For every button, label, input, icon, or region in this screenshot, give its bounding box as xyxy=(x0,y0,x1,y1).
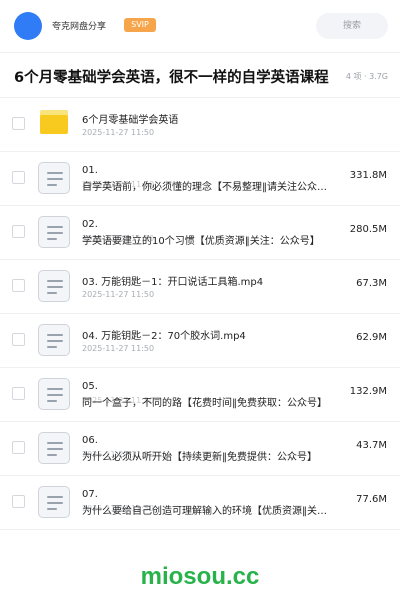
file-icon xyxy=(38,378,70,410)
file-description: 自学英语前，你必须懂的理念【不易整理‖请关注公众号】 xyxy=(82,182,332,193)
file-icon xyxy=(38,270,70,302)
file-icon xyxy=(38,162,70,194)
list-item-folder[interactable]: 6个月零基础学会英语 2025-11-27 11:50 xyxy=(0,98,400,152)
file-size: 331.8M xyxy=(349,170,387,181)
app-name: 夸克网盘分享 xyxy=(52,22,107,32)
watermark: miosou.cc xyxy=(140,563,260,590)
file-size: 43.7M xyxy=(356,440,387,451)
select-checkbox[interactable] xyxy=(12,495,25,508)
share-meta: 4 项 · 3.7G xyxy=(345,72,388,81)
list-item[interactable]: 01. 2025-11-27 11:50 自学英语前，你必须懂的理念【不易整理‖… xyxy=(0,152,400,206)
file-description: 学英语要建立的10个习惯【优质资源‖关注：公众号】 xyxy=(82,236,320,247)
file-description: 为什么要给自己创造可理解输入的环境【优质资源‖关注公众号】 xyxy=(82,506,332,517)
header: 夸克网盘分享 SVIP 搜索 xyxy=(0,0,400,52)
file-date: 2025-11-27 11:50 xyxy=(82,290,155,299)
list-item[interactable]: 07. 2025-11-27 11:50 为什么要给自己创造可理解输入的环境【优… xyxy=(0,476,400,530)
file-name: 6个月零基础学会英语 xyxy=(82,115,179,126)
file-size: 77.6M xyxy=(356,494,387,505)
file-size: 62.9M xyxy=(356,332,387,343)
select-checkbox[interactable] xyxy=(12,441,25,454)
file-icon xyxy=(38,216,70,248)
select-checkbox[interactable] xyxy=(12,279,25,292)
file-date: 2025-11-27 11:50 xyxy=(82,344,155,353)
select-checkbox[interactable] xyxy=(12,333,25,346)
file-icon xyxy=(38,486,70,518)
file-description: 同一个盒子，不同的路【花费时间‖免费获取：公众号】 xyxy=(82,398,327,409)
file-name: 03. 万能钥匙－1：开口说话工具箱.mp4 xyxy=(82,277,264,288)
select-checkbox[interactable] xyxy=(12,225,25,238)
file-name: 02. xyxy=(82,219,98,230)
share-title-bar: 6个月零基础学会英语，很不一样的自学英语课程 4 项 · 3.7G xyxy=(0,52,400,98)
file-description: 为什么必须从听开始【持续更新‖免费提供：公众号】 xyxy=(82,452,317,463)
file-icon xyxy=(38,432,70,464)
file-name: 06. xyxy=(82,435,98,446)
list-item[interactable]: 03. 万能钥匙－1：开口说话工具箱.mp4 2025-11-27 11:50 … xyxy=(0,260,400,314)
select-checkbox[interactable] xyxy=(12,171,25,184)
svip-badge: SVIP xyxy=(124,18,156,32)
select-checkbox[interactable] xyxy=(12,117,25,130)
list-item[interactable]: 06. 2025-11-27 11:50 为什么必须从听开始【持续更新‖免费提供… xyxy=(0,422,400,476)
file-size: 132.9M xyxy=(349,386,387,397)
file-size: 67.3M xyxy=(356,278,387,289)
file-date: 2025-11-27 11:50 xyxy=(82,128,155,137)
list-item[interactable]: 05. 2025-11-27 11:50 同一个盒子，不同的路【花费时间‖免费获… xyxy=(0,368,400,422)
file-icon xyxy=(38,324,70,356)
file-name: 04. 万能钥匙－2：70个胶水词.mp4 xyxy=(82,331,246,342)
page-title: 6个月零基础学会英语，很不一样的自学英语课程 xyxy=(14,70,329,86)
folder-icon xyxy=(40,110,68,134)
file-list: 6个月零基础学会英语 2025-11-27 11:50 01. 2025-11-… xyxy=(0,98,400,530)
file-name: 05. xyxy=(82,381,98,392)
list-item[interactable]: 04. 万能钥匙－2：70个胶水词.mp4 2025-11-27 11:50 6… xyxy=(0,314,400,368)
file-name: 01. xyxy=(82,165,98,176)
search-button[interactable]: 搜索 xyxy=(316,13,388,39)
file-name: 07. xyxy=(82,489,98,500)
avatar[interactable] xyxy=(14,12,42,40)
list-item[interactable]: 02. 2025-11-27 11:50 学英语要建立的10个习惯【优质资源‖关… xyxy=(0,206,400,260)
file-size: 280.5M xyxy=(349,224,387,235)
select-checkbox[interactable] xyxy=(12,387,25,400)
